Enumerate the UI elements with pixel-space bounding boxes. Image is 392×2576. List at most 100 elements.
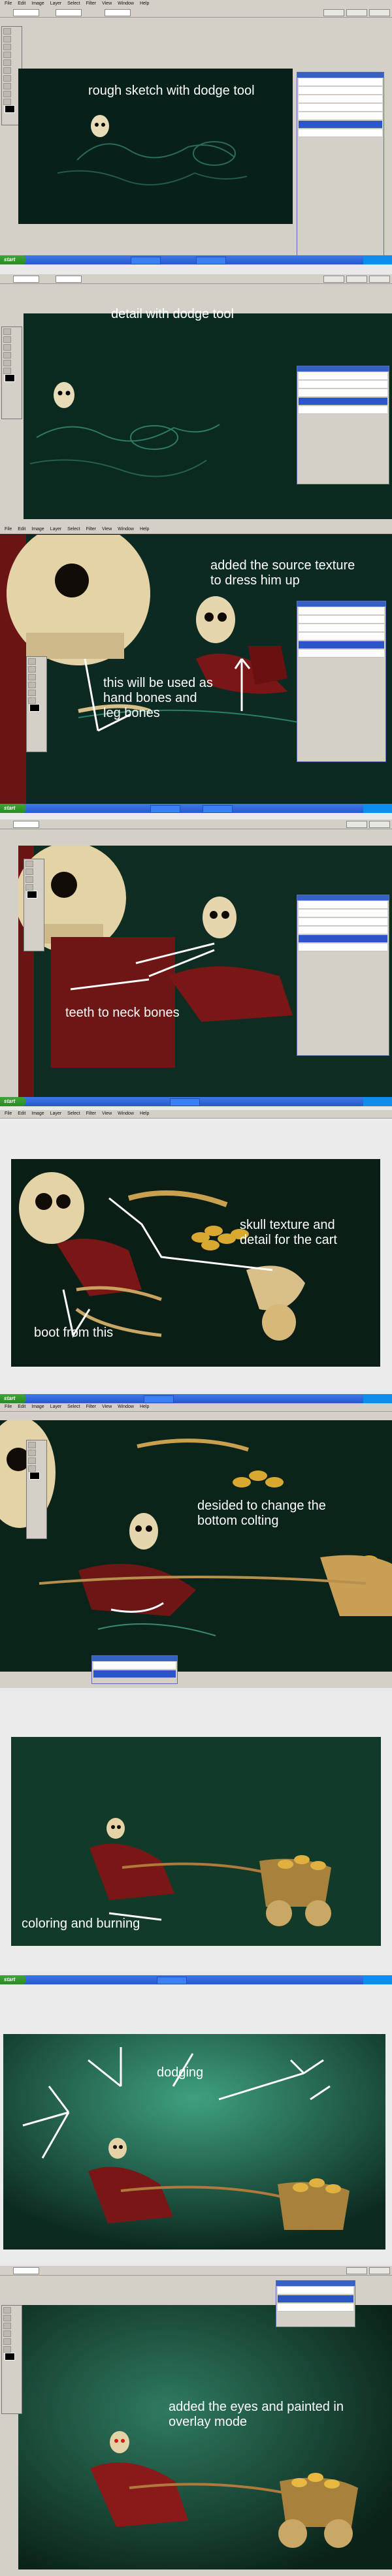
brush-dropdown[interactable]	[13, 9, 39, 16]
start-button[interactable]: start	[0, 1097, 26, 1106]
layer-row[interactable]	[299, 650, 384, 658]
brush-dropdown[interactable]	[13, 276, 39, 283]
menu-image[interactable]: Image	[31, 527, 44, 532]
menu-view[interactable]: View	[102, 1, 112, 6]
menu-layer[interactable]: Layer	[50, 1111, 62, 1116]
exposure-field[interactable]	[105, 9, 131, 16]
tool-button[interactable]	[3, 44, 11, 50]
layer-row[interactable]	[299, 129, 382, 137]
menu-window[interactable]: Window	[118, 1, 134, 6]
tool-button[interactable]	[28, 1450, 36, 1456]
menu-file[interactable]: File	[5, 1111, 12, 1116]
tool-button[interactable]	[3, 75, 11, 82]
color-swatch[interactable]	[29, 704, 40, 712]
menu-image[interactable]: Image	[31, 1, 44, 6]
taskbar-item[interactable]	[131, 257, 161, 264]
tool-button[interactable]	[25, 868, 33, 875]
palette-button[interactable]	[346, 9, 367, 16]
taskbar-item[interactable]	[203, 805, 233, 813]
layer-row[interactable]	[299, 901, 387, 909]
tool-button[interactable]	[3, 344, 11, 351]
layer-row[interactable]	[299, 104, 382, 112]
tool-button[interactable]	[25, 861, 33, 867]
layer-row[interactable]	[278, 2295, 353, 2303]
taskbar-item[interactable]	[196, 257, 226, 264]
layer-row[interactable]	[299, 87, 382, 95]
tool-button[interactable]	[28, 697, 36, 704]
palette-button[interactable]	[323, 276, 344, 283]
layer-row[interactable]	[299, 918, 387, 926]
palette-button[interactable]	[369, 9, 390, 16]
menu-help[interactable]: Help	[140, 1, 149, 6]
layer-row[interactable]	[299, 95, 382, 103]
palette-button[interactable]	[346, 821, 367, 828]
tool-button[interactable]	[3, 352, 11, 358]
start-button[interactable]: start	[0, 1394, 26, 1403]
palette-button[interactable]	[369, 2267, 390, 2274]
menu-image[interactable]: Image	[31, 1111, 44, 1116]
brush-dropdown[interactable]	[13, 2267, 39, 2274]
tool-button[interactable]	[3, 360, 11, 366]
menu-filter[interactable]: Filter	[86, 1, 97, 6]
tool-button[interactable]	[3, 2315, 11, 2321]
layer-row[interactable]	[93, 1670, 176, 1678]
menu-edit[interactable]: Edit	[18, 1111, 25, 1116]
tool-button[interactable]	[3, 67, 11, 74]
layer-row[interactable]	[93, 1662, 176, 1670]
tool-button[interactable]	[3, 83, 11, 89]
start-button[interactable]: start	[0, 804, 26, 813]
tool-button[interactable]	[28, 1442, 36, 1448]
layer-row[interactable]	[299, 372, 387, 380]
palette-button[interactable]	[323, 9, 344, 16]
menu-edit[interactable]: Edit	[18, 1405, 25, 1409]
menu-edit[interactable]: Edit	[18, 1, 25, 6]
brush-dropdown[interactable]	[13, 821, 39, 828]
layer-row[interactable]	[299, 944, 387, 951]
palette-button[interactable]	[346, 2267, 367, 2274]
taskbar-item[interactable]	[150, 805, 180, 813]
menu-file[interactable]: File	[5, 1405, 12, 1409]
menu-layer[interactable]: Layer	[50, 1, 62, 6]
taskbar-item[interactable]	[144, 1395, 174, 1403]
layer-row[interactable]	[299, 78, 382, 86]
layer-row[interactable]	[299, 935, 387, 943]
menu-select[interactable]: Select	[67, 527, 80, 532]
menu-help[interactable]: Help	[140, 1111, 149, 1116]
color-swatch[interactable]	[5, 105, 15, 113]
tool-button[interactable]	[3, 336, 11, 343]
menu-layer[interactable]: Layer	[50, 1405, 62, 1409]
layer-row[interactable]	[299, 398, 387, 405]
layer-row[interactable]	[299, 633, 384, 641]
tool-button[interactable]	[3, 2346, 11, 2353]
layer-row[interactable]	[299, 927, 387, 934]
tool-button[interactable]	[25, 876, 33, 883]
menu-layer[interactable]: Layer	[50, 527, 62, 532]
layer-row[interactable]	[299, 112, 382, 120]
tool-button[interactable]	[3, 28, 11, 35]
start-button[interactable]: start	[0, 255, 26, 264]
menu-window[interactable]: Window	[118, 527, 134, 532]
menu-file[interactable]: File	[5, 527, 12, 532]
tool-button[interactable]	[28, 674, 36, 680]
layer-row[interactable]	[299, 910, 387, 917]
taskbar-item[interactable]	[157, 1977, 187, 1984]
menu-help[interactable]: Help	[140, 527, 149, 532]
menu-view[interactable]: View	[102, 1111, 112, 1116]
layer-row[interactable]	[299, 381, 387, 389]
range-dropdown[interactable]	[56, 276, 82, 283]
layer-row[interactable]	[299, 641, 384, 649]
range-dropdown[interactable]	[56, 9, 82, 16]
tool-button[interactable]	[3, 59, 11, 66]
start-button[interactable]: start	[0, 1975, 26, 1984]
tool-button[interactable]	[28, 690, 36, 696]
tool-button[interactable]	[3, 52, 11, 58]
layer-row[interactable]	[299, 607, 384, 615]
layer-row[interactable]	[299, 624, 384, 632]
menu-filter[interactable]: Filter	[86, 1111, 97, 1116]
tool-button[interactable]	[3, 2338, 11, 2345]
color-swatch[interactable]	[29, 1472, 40, 1480]
layer-row[interactable]	[278, 2304, 353, 2312]
menu-file[interactable]: File	[5, 1, 12, 6]
menu-help[interactable]: Help	[140, 1405, 149, 1409]
palette-button[interactable]	[369, 821, 390, 828]
